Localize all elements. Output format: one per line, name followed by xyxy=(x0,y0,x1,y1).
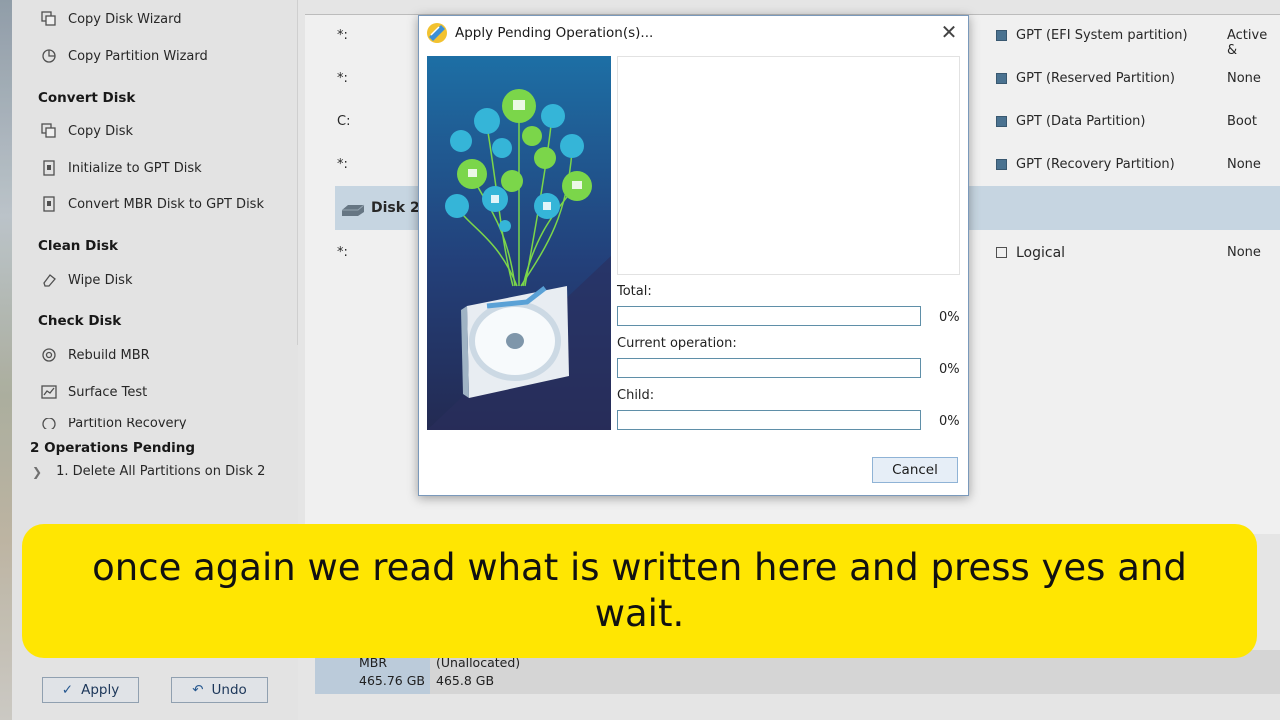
section-title-convert-disk: Convert Disk xyxy=(38,90,136,106)
partition-type-swatch xyxy=(996,116,1007,127)
desktop-edge xyxy=(0,0,12,720)
child-percent: 0% xyxy=(939,414,960,429)
dialog-illustration xyxy=(427,56,611,430)
partition-type: GPT (Reserved Partition) xyxy=(1016,71,1175,86)
sidebar-item-label: Wipe Disk xyxy=(68,272,133,288)
sidebar-item-copy-partition-wizard[interactable]: Copy Partition Wizard xyxy=(40,47,208,65)
copy-icon xyxy=(40,122,58,140)
cancel-button[interactable]: Cancel xyxy=(872,457,958,483)
apply-button[interactable]: ✓ Apply xyxy=(42,677,139,703)
hard-disk-icon xyxy=(340,203,366,221)
undo-button[interactable]: ↶ Undo xyxy=(171,677,268,703)
operation-item[interactable]: ❯ 1. Delete All Partitions on Disk 2 xyxy=(32,464,265,479)
sidebar-item-convert-mbr-gpt[interactable]: Convert MBR Disk to GPT Disk xyxy=(40,195,264,213)
sidebar-item-label: Convert MBR Disk to GPT Disk xyxy=(68,196,264,212)
partition-size: 465.8 GB xyxy=(436,673,495,688)
video-caption: once again we read what is written here … xyxy=(22,524,1257,658)
partition-type-swatch xyxy=(996,159,1007,170)
sidebar-item-copy-disk-wizard[interactable]: Copy Disk Wizard xyxy=(40,10,182,28)
sidebar-item-partition-recovery[interactable]: Partition Recovery xyxy=(40,418,187,429)
partition-type: Logical xyxy=(1016,245,1066,261)
partition-status: Boot xyxy=(1227,114,1257,129)
sidebar-item-initialize-gpt[interactable]: Initialize to GPT Disk xyxy=(40,159,202,177)
partition-type: GPT (Recovery Partition) xyxy=(1016,157,1175,172)
sidebar-item-label: Copy Disk xyxy=(68,123,134,139)
partition-type: GPT (Data Partition) xyxy=(1016,114,1146,129)
partition-type-swatch xyxy=(996,73,1007,84)
rebuild-icon xyxy=(40,346,58,364)
app-logo-icon xyxy=(425,21,449,45)
convert-icon xyxy=(40,195,58,213)
sidebar-item-copy-disk[interactable]: Copy Disk xyxy=(40,122,133,140)
partition-type: GPT (EFI System partition) xyxy=(1016,28,1188,43)
apply-button-label: Apply xyxy=(81,682,120,698)
partition-type-swatch xyxy=(996,247,1007,258)
sidebar-item-wipe-disk[interactable]: Wipe Disk xyxy=(40,271,133,289)
sidebar-item-label: Copy Disk Wizard xyxy=(68,11,182,27)
copy-partition-icon xyxy=(40,47,58,65)
disk-capacity: 465.76 GB xyxy=(359,673,425,688)
operation-item-label: 1. Delete All Partitions on Disk 2 xyxy=(56,464,266,479)
section-title-clean-disk: Clean Disk xyxy=(38,238,118,254)
child-progress-bar xyxy=(617,410,921,430)
gpt-icon xyxy=(40,159,58,177)
partition-name[interactable]: *: xyxy=(337,71,348,86)
eraser-icon xyxy=(40,271,58,289)
partition-name[interactable]: C: xyxy=(337,114,350,129)
checkmark-icon: ✓ xyxy=(61,682,74,698)
chevron-right-icon[interactable]: ❯ xyxy=(32,465,42,479)
partition-status: None xyxy=(1227,71,1261,86)
sidebar-item-rebuild-mbr[interactable]: Rebuild MBR xyxy=(40,346,150,364)
total-progress-bar xyxy=(617,306,921,326)
close-icon[interactable]: ✕ xyxy=(938,20,960,44)
apply-pending-dialog: Apply Pending Operation(s)... ✕ Total: 0… xyxy=(418,15,969,496)
undo-button-label: Undo xyxy=(211,682,247,698)
chart-icon xyxy=(40,383,58,401)
partition-name[interactable]: *: xyxy=(337,245,348,260)
partition-status: None xyxy=(1227,157,1261,172)
disk-2-label: Disk 2 xyxy=(371,200,420,216)
partition-status: Active & xyxy=(1227,28,1268,58)
total-percent: 0% xyxy=(939,310,960,325)
operation-log-area[interactable] xyxy=(617,56,960,275)
operations-pending-title: 2 Operations Pending xyxy=(30,440,196,456)
sidebar-item-surface-test[interactable]: Surface Test xyxy=(40,383,147,401)
total-label: Total: xyxy=(617,284,652,299)
copy-disk-icon xyxy=(40,10,58,28)
section-title-check-disk: Check Disk xyxy=(38,313,122,329)
partition-type-swatch xyxy=(996,30,1007,41)
partition-name[interactable]: *: xyxy=(337,157,348,172)
recovery-icon xyxy=(40,418,58,429)
sidebar-item-label: Copy Partition Wizard xyxy=(68,48,208,64)
sidebar-item-label: Surface Test xyxy=(68,384,148,400)
sidebar-item-label: Partition Recovery xyxy=(68,418,187,429)
partition-name[interactable]: *: xyxy=(337,28,348,43)
child-label: Child: xyxy=(617,388,655,403)
sidebar-item-label: Rebuild MBR xyxy=(68,347,150,363)
dialog-title: Apply Pending Operation(s)... xyxy=(455,25,654,41)
partition-status: None xyxy=(1227,245,1261,260)
current-operation-label: Current operation: xyxy=(617,336,737,351)
sidebar-item-label: Initialize to GPT Disk xyxy=(68,160,202,176)
current-operation-progress-bar xyxy=(617,358,921,378)
undo-arrow-icon: ↶ xyxy=(192,682,204,698)
current-operation-percent: 0% xyxy=(939,362,960,377)
